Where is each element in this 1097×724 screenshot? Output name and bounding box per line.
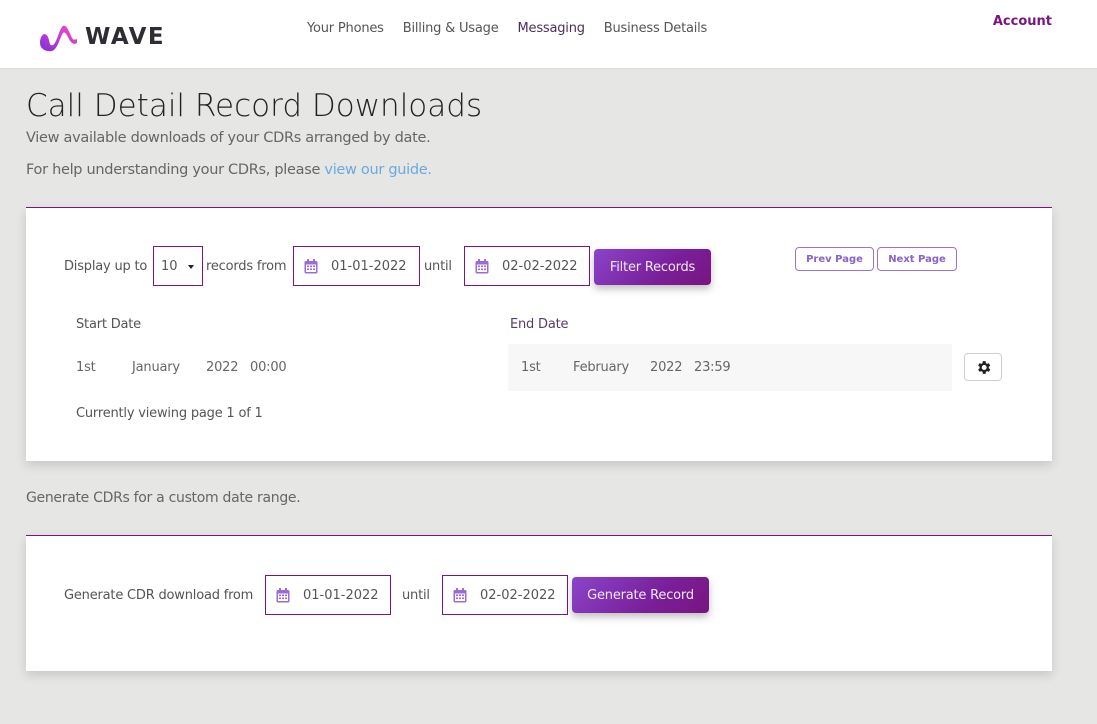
wave-logo[interactable]: WAVE (37, 20, 165, 54)
calendar-icon (276, 587, 290, 602)
view-guide-link[interactable]: view our guide. (324, 162, 432, 178)
gear-icon (977, 360, 990, 374)
generate-record-button[interactable]: Generate Record (572, 577, 709, 613)
calendar-icon (453, 587, 467, 602)
generate-card: Generate CDR download from 01-01-2022 un… (26, 535, 1052, 671)
filter-to-date-value: 02-02-2022 (502, 258, 578, 274)
end-year: 2022 (650, 360, 683, 375)
start-month: January (132, 360, 180, 375)
records-count-select[interactable]: 10 (153, 246, 203, 286)
records-card: Display up to 10 records from 01-01-2022… (26, 207, 1052, 461)
brand-name: WAVE (85, 24, 166, 50)
help-text: For help understanding your CDRs, please… (26, 162, 432, 178)
nav-messaging[interactable]: Messaging (518, 21, 585, 36)
generate-to-date-value: 02-02-2022 (480, 587, 556, 603)
start-year: 2022 (206, 360, 239, 375)
filter-records-button[interactable]: Filter Records (594, 249, 711, 285)
filter-to-date-input[interactable]: 02-02-2022 (464, 246, 590, 286)
end-date-header: End Date (510, 317, 569, 332)
start-date-header: Start Date (76, 317, 141, 332)
prev-page-button[interactable]: Prev Page (795, 247, 874, 271)
record-settings-button[interactable] (964, 353, 1002, 381)
main-nav: Your Phones Billing & Usage Messaging Bu… (307, 21, 726, 36)
nav-business-details[interactable]: Business Details (604, 21, 708, 36)
records-from-label: records from (206, 259, 287, 274)
until-label: until (424, 259, 452, 274)
start-time: 00:00 (250, 360, 287, 375)
filter-from-date-input[interactable]: 01-01-2022 (293, 246, 420, 286)
generate-from-date-input[interactable]: 01-01-2022 (265, 575, 391, 615)
wave-logo-icon (40, 25, 77, 52)
generate-from-label: Generate CDR download from (64, 588, 254, 603)
end-day: 1st (521, 360, 541, 375)
page-subtitle: View available downloads of your CDRs ar… (26, 130, 431, 146)
generate-from-date-value: 01-01-2022 (303, 587, 379, 603)
account-link[interactable]: Account (993, 14, 1052, 29)
start-day: 1st (76, 360, 96, 375)
end-month: February (573, 360, 630, 375)
nav-billing-usage[interactable]: Billing & Usage (403, 21, 499, 36)
filter-from-date-value: 01-01-2022 (331, 258, 407, 274)
end-time: 23:59 (694, 360, 731, 375)
generate-to-date-input[interactable]: 02-02-2022 (442, 575, 568, 615)
pagination-status: Currently viewing page 1 of 1 (76, 406, 263, 421)
display-up-to-label: Display up to (64, 259, 148, 274)
records-count-value: 10 (161, 258, 178, 274)
generate-intro: Generate CDRs for a custom date range. (26, 490, 301, 506)
help-prefix: For help understanding your CDRs, please (26, 162, 325, 178)
top-navbar: WAVE Your Phones Billing & Usage Messagi… (0, 0, 1097, 69)
page-title: Call Detail Record Downloads (26, 88, 483, 124)
nav-your-phones[interactable]: Your Phones (307, 21, 384, 36)
generate-until-label: until (402, 588, 430, 603)
calendar-icon (304, 258, 318, 273)
calendar-icon (475, 258, 489, 273)
next-page-button[interactable]: Next Page (877, 247, 957, 271)
caret-down-icon (188, 265, 194, 269)
